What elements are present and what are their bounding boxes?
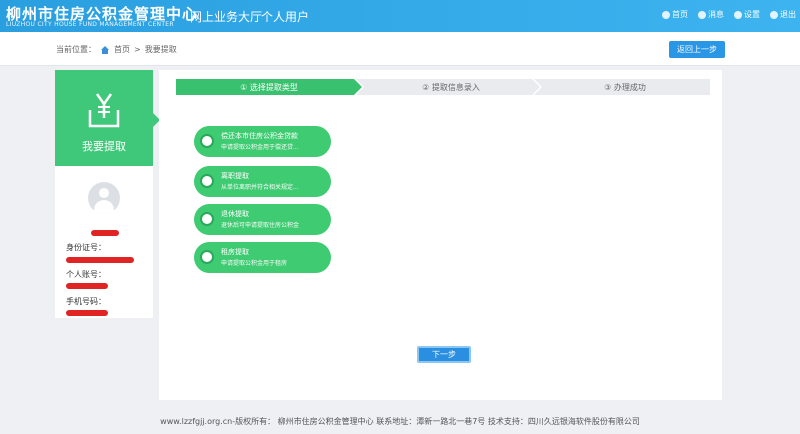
- option-rental[interactable]: 租房提取 申请提取公积金用于租房: [194, 242, 331, 273]
- sidebar-header: 我要提取: [55, 70, 160, 166]
- option-title: 偿还本市住房公积金贷款: [221, 132, 298, 140]
- back-button[interactable]: 返回上一步: [669, 41, 725, 58]
- user-type: 个人用户: [261, 10, 310, 24]
- message-icon: [698, 10, 706, 19]
- next-step-button[interactable]: 下一步: [417, 346, 471, 363]
- settings-link[interactable]: 设置: [734, 9, 760, 20]
- home-link[interactable]: 首页: [662, 9, 688, 20]
- top-links: 首页 消息 设置 退出: [662, 9, 796, 20]
- sidebar: 我要提取 身份证号： 个人账号： 手机号码：: [55, 70, 160, 318]
- settings-link-label: 设置: [744, 10, 760, 19]
- message-link[interactable]: 消息: [698, 9, 724, 20]
- radio-rental[interactable]: [200, 250, 214, 264]
- option-desc: 退休后可申请提取住房公积金: [221, 222, 300, 229]
- sidebar-title: 我要提取: [82, 140, 126, 153]
- phone-number-label: 手机号码：: [66, 297, 106, 306]
- option-loan-repayment[interactable]: 偿还本市住房公积金贷款 申请提取公积金用于偿还贷...: [194, 126, 331, 157]
- step-enter-info: ② 提取信息录入: [422, 82, 480, 92]
- option-resignation[interactable]: 离职提取 从单位离职并符合相关规定...: [194, 166, 331, 197]
- radio-loan-repayment[interactable]: [200, 134, 214, 148]
- radio-retirement[interactable]: [200, 212, 214, 226]
- account-number-label: 个人账号：: [66, 270, 106, 279]
- breadcrumb-home[interactable]: 首页: [114, 44, 130, 55]
- home-icon: [101, 45, 109, 54]
- redacted-id-number: [66, 257, 134, 263]
- breadcrumb-current: 我要提取: [144, 45, 177, 54]
- footer-text: www.lzzfgjj.org.cn-版权所有： 柳州市住房公积金管理中心 联系…: [160, 417, 640, 426]
- option-desc: 申请提取公积金用于偿还贷...: [221, 144, 299, 151]
- yuan-withdraw-icon: [88, 93, 120, 128]
- breadcrumb-separator: >: [134, 45, 141, 54]
- system-name: 网上业务大厅: [190, 10, 263, 24]
- option-title: 租房提取: [221, 248, 249, 256]
- id-number-label: 身份证号：: [66, 243, 106, 252]
- option-title: 离职提取: [221, 172, 249, 180]
- logout-link-label: 退出: [780, 10, 796, 19]
- option-title: 退休提取: [221, 210, 249, 218]
- progress-steps: ① 选择提取类型 ② 提取信息录入 ③ 办理成功: [176, 79, 710, 95]
- breadcrumb: 当前位置： 首页 > 我要提取: [56, 44, 177, 55]
- logout-icon: [770, 10, 778, 19]
- redacted-name: [91, 230, 119, 236]
- logo-subtitle: LIUZHOU CITY HOUSE FUND MANAGEMENT CENTE…: [6, 21, 174, 28]
- redacted-account-number: [66, 283, 108, 289]
- radio-resignation[interactable]: [200, 174, 214, 188]
- option-desc: 从单位离职并符合相关规定...: [221, 184, 299, 191]
- home-icon: [662, 10, 670, 19]
- avatar: [88, 182, 120, 214]
- option-desc: 申请提取公积金用于租房: [221, 260, 288, 267]
- gear-icon: [734, 10, 742, 19]
- step-complete: ③ 办理成功: [604, 82, 646, 92]
- redacted-phone-number: [66, 310, 108, 316]
- top-header: 柳州市住房公积金管理中心 LIUZHOU CITY HOUSE FUND MAN…: [0, 0, 800, 32]
- option-retirement[interactable]: 退休提取 退休后可申请提取住房公积金: [194, 204, 331, 235]
- step-select-type: ① 选择提取类型: [240, 82, 298, 92]
- home-link-label: 首页: [672, 10, 688, 19]
- breadcrumb-prefix: 当前位置：: [56, 45, 96, 54]
- logout-link[interactable]: 退出: [770, 9, 796, 20]
- message-link-label: 消息: [708, 10, 724, 19]
